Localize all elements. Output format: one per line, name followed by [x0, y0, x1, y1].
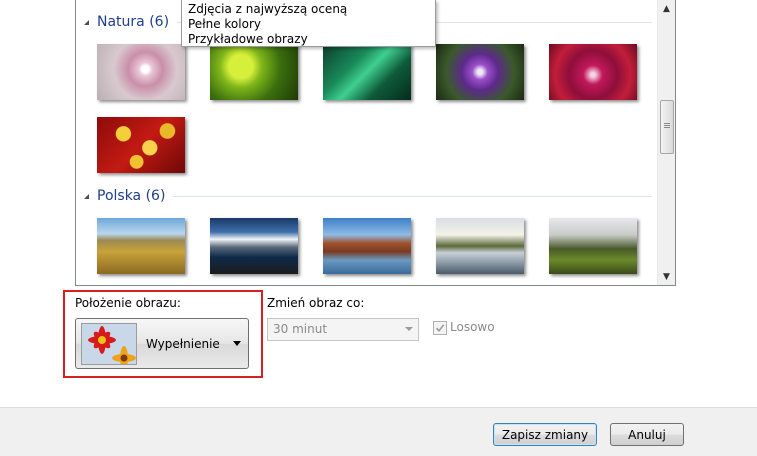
scroll-up-arrow-icon[interactable]: ▲	[658, 0, 675, 17]
chevron-down-icon	[233, 341, 241, 346]
picture-location-dropdown[interactable]: Zdjęcia z najwyższą oceną Pełne kolory P…	[181, 0, 436, 47]
wallpaper-thumb[interactable]	[210, 218, 298, 274]
picture-position-button[interactable]: Wypełnienie	[75, 318, 249, 369]
dropdown-option[interactable]: Przykładowe obrazy	[188, 32, 308, 46]
picture-position-value: Wypełnienie	[146, 337, 220, 351]
shuffle-label: Losowo	[450, 320, 495, 334]
wallpaper-thumb[interactable]	[97, 117, 185, 173]
change-interval-value: 30 minut	[273, 322, 328, 336]
checkmark-icon	[435, 324, 445, 333]
collapse-triangle-icon[interactable]	[84, 193, 89, 199]
vertical-scrollbar[interactable]: ▲ ▼	[657, 0, 675, 285]
change-interval-select[interactable]: 30 minut	[267, 318, 419, 341]
cancel-button[interactable]: Anuluj	[610, 423, 684, 446]
position-preview-image	[81, 323, 137, 365]
chevron-down-icon	[405, 327, 413, 331]
dropdown-option[interactable]: Pełne kolory	[188, 17, 261, 31]
wallpaper-thumb[interactable]	[323, 44, 411, 100]
group-divider	[173, 195, 652, 197]
shuffle-checkbox[interactable]	[433, 321, 447, 335]
wallpaper-thumb[interactable]	[436, 218, 524, 274]
scroll-down-arrow-icon[interactable]: ▼	[658, 268, 675, 285]
wallpaper-thumb[interactable]	[549, 44, 637, 100]
wallpaper-thumb[interactable]	[97, 44, 185, 100]
collapse-triangle-icon[interactable]	[84, 19, 89, 25]
save-changes-button[interactable]: Zapisz zmiany	[493, 423, 597, 446]
group-title: Natura (6)	[97, 14, 170, 30]
wallpaper-thumb[interactable]	[97, 218, 185, 274]
group-title: Polska (6)	[97, 188, 166, 204]
dropdown-option[interactable]: Zdjęcia z najwyższą oceną	[188, 2, 347, 16]
scrollbar-thumb[interactable]	[660, 100, 674, 154]
wallpaper-thumb[interactable]	[549, 218, 637, 274]
dialog-footer: Zapisz zmiany Anuluj	[0, 407, 757, 456]
group-header-polska[interactable]: Polska (6)	[84, 186, 652, 206]
wallpaper-thumb[interactable]	[323, 218, 411, 274]
picture-position-label: Położenie obrazu:	[75, 296, 181, 310]
change-picture-label: Zmień obraz co:	[267, 296, 365, 310]
grip-icon	[664, 123, 670, 124]
wallpaper-thumb[interactable]	[210, 44, 298, 100]
wallpaper-thumb[interactable]	[436, 44, 524, 100]
